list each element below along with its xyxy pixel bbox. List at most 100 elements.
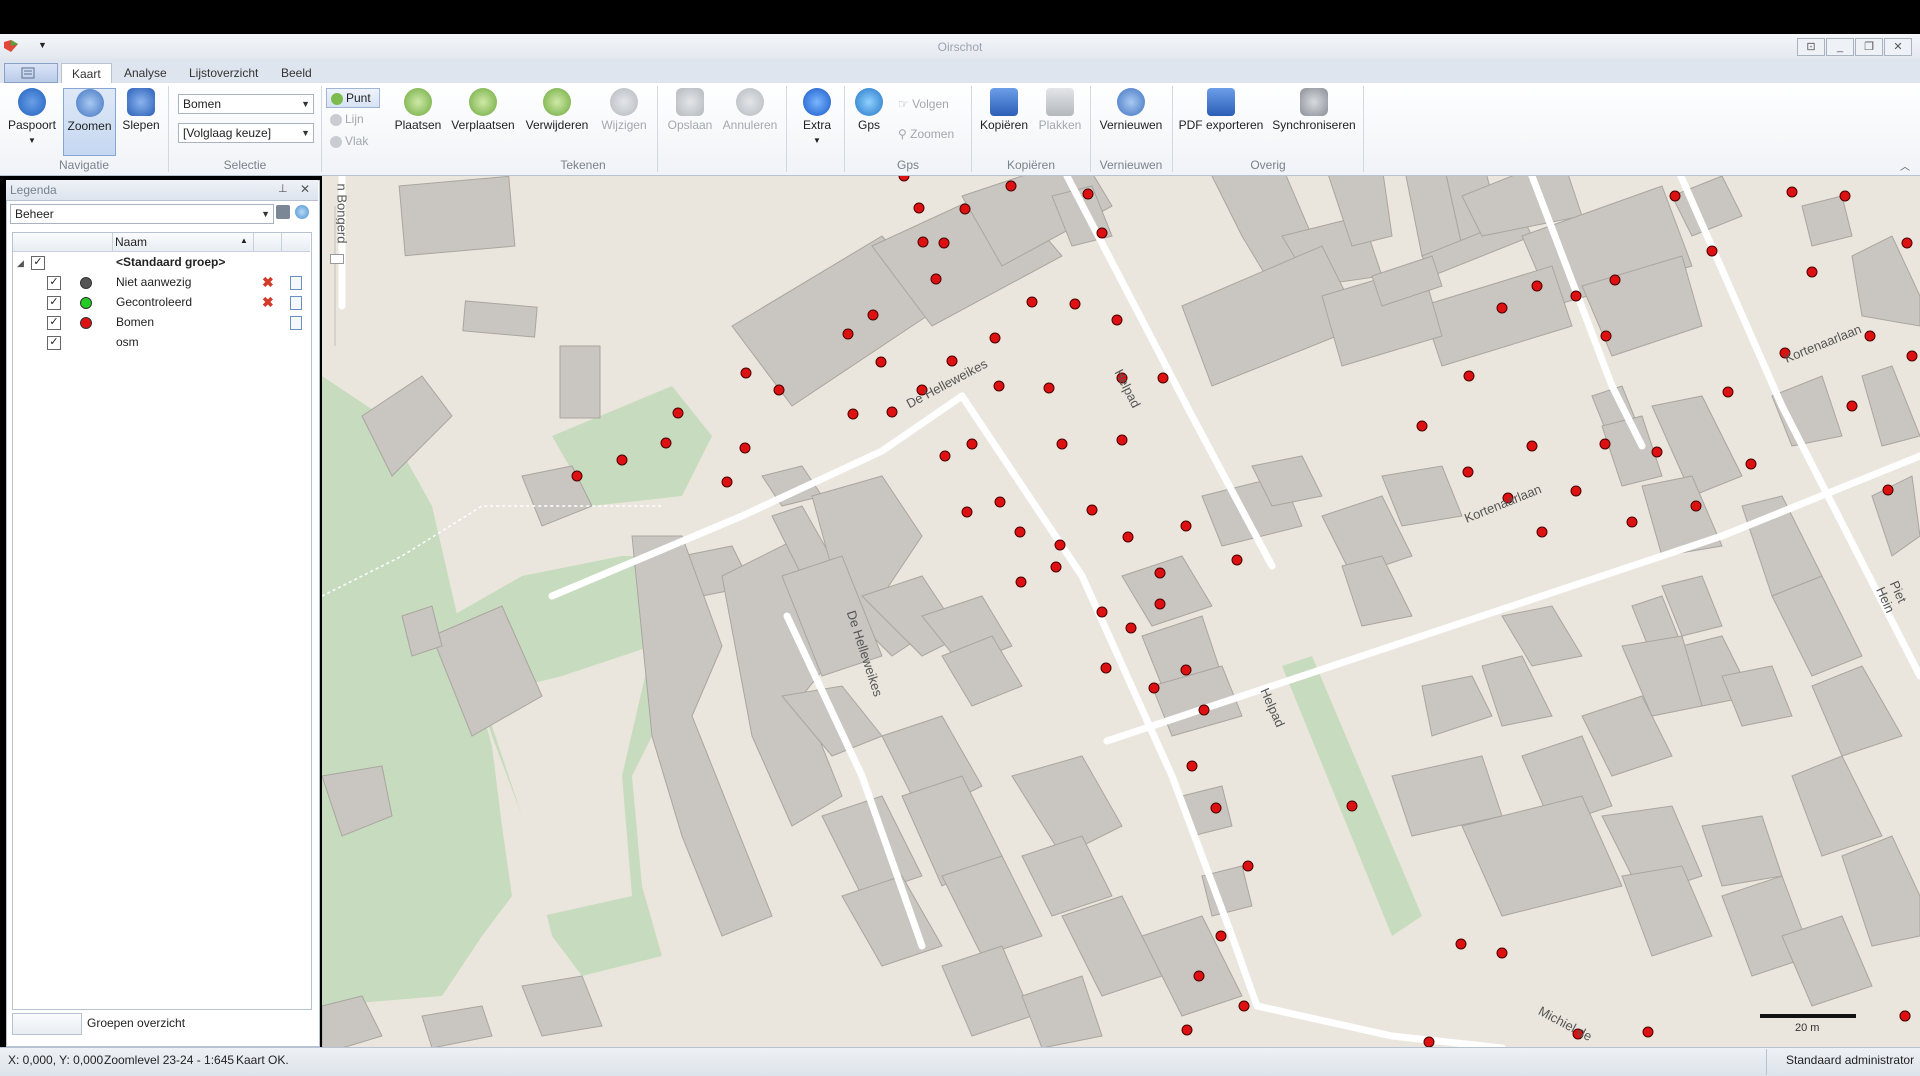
vlak-button[interactable]: Vlak: [330, 134, 368, 148]
tree-point: [1882, 484, 1894, 496]
zoom-slider-track[interactable]: [334, 206, 336, 346]
maximize-icon[interactable]: ❐: [1855, 38, 1883, 56]
tree-point: [1050, 561, 1062, 573]
magnifier-icon: [75, 89, 104, 117]
properties-icon[interactable]: [290, 316, 302, 330]
tree-point: [721, 476, 733, 488]
scale-bar: [1760, 1014, 1856, 1018]
close-icon[interactable]: ✕: [300, 182, 310, 196]
layer-checkbox[interactable]: ✓: [47, 336, 61, 350]
order-select[interactable]: [Volglaag keuze] ▼: [178, 123, 314, 143]
tree-point: [961, 506, 973, 518]
tree-point: [938, 237, 950, 249]
gps-zoomen-button[interactable]: ⚲ Zoomen: [898, 127, 954, 141]
group-checkbox[interactable]: ✓: [31, 256, 45, 270]
gear-icon: [803, 88, 831, 116]
tree-point: [898, 176, 910, 182]
tree-point: [1570, 485, 1582, 497]
layer-symbol: [80, 317, 92, 329]
tree-point: [875, 356, 887, 368]
collapse-ribbon-icon[interactable]: ︿: [1900, 158, 1910, 173]
zoomen-button[interactable]: Zoomen: [63, 88, 116, 156]
app-menu-button[interactable]: [4, 63, 58, 83]
verwijderen-button[interactable]: Verwijderen: [524, 88, 590, 154]
paste-icon: [1046, 88, 1074, 116]
tab-kaart[interactable]: Kaart: [61, 63, 112, 84]
volgen-button[interactable]: ☞ Volgen: [898, 97, 949, 111]
tree-point: [1599, 438, 1611, 450]
tree-point: [1901, 237, 1913, 249]
tree-point: [939, 450, 951, 462]
tree-point: [867, 309, 879, 321]
tab-lijstoverzicht[interactable]: Lijstoverzicht: [179, 63, 268, 83]
tree-point: [1906, 350, 1918, 362]
remove-icon[interactable]: ✖: [262, 294, 274, 311]
tree-point: [847, 408, 859, 420]
tree-point: [946, 355, 958, 367]
status-coords: X: 0,000, Y: 0,000: [8, 1053, 104, 1067]
tree-point: [1846, 400, 1858, 412]
zoom-slider-handle[interactable]: [330, 254, 344, 264]
map-canvas[interactable]: De Helleweikes Helpad De Helleweikes Kor…: [322, 176, 1920, 1048]
tree-point: [1014, 526, 1026, 538]
legend-profile-select[interactable]: Beheer ▼: [10, 204, 274, 224]
group-label-navigatie: Navigatie: [58, 158, 110, 172]
layer-select[interactable]: Bomen ▼: [178, 94, 314, 114]
close-icon[interactable]: ✕: [1884, 38, 1912, 56]
layer-name: Niet aanwezig: [116, 275, 192, 289]
save-icon[interactable]: [276, 205, 290, 219]
lijn-button[interactable]: Lijn: [330, 112, 364, 126]
groups-overview-toggle[interactable]: [12, 1013, 82, 1035]
group-label-selectie: Selectie: [223, 158, 267, 172]
slepen-button[interactable]: Slepen: [118, 88, 164, 154]
collapse-group-icon[interactable]: ◢: [17, 258, 24, 269]
opslaan-button[interactable]: Opslaan: [664, 88, 716, 154]
layer-checkbox[interactable]: ✓: [47, 296, 61, 310]
tree-point: [1526, 440, 1538, 452]
minimize-icon[interactable]: _: [1826, 38, 1854, 56]
plakken-button[interactable]: Plakken: [1036, 88, 1084, 154]
pin-icon[interactable]: ⊥: [278, 182, 288, 195]
punt-button[interactable]: Punt: [326, 88, 380, 108]
layer-checkbox[interactable]: ✓: [47, 276, 61, 290]
tree-point: [1899, 1010, 1911, 1022]
layer-name: osm: [116, 335, 139, 349]
cancel-icon: [736, 88, 764, 116]
tree-point: [1157, 372, 1169, 384]
tree-point: [1531, 280, 1543, 292]
settings-icon[interactable]: [295, 205, 309, 219]
properties-icon[interactable]: [290, 276, 302, 290]
column-naam[interactable]: Naam: [115, 235, 147, 249]
layer-checkbox[interactable]: ✓: [47, 316, 61, 330]
tree-point: [1015, 576, 1027, 588]
properties-icon[interactable]: [290, 296, 302, 310]
window-title: Oirschot: [937, 40, 983, 54]
tree-point: [966, 438, 978, 450]
pdf-exporteren-button[interactable]: PDF exporteren: [1178, 88, 1264, 154]
synchroniseren-button[interactable]: Synchroniseren: [1270, 88, 1358, 154]
paspoort-button[interactable]: Paspoort ▼: [4, 88, 60, 154]
gps-button[interactable]: Gps: [850, 88, 888, 154]
tree-point: [616, 454, 628, 466]
verplaatsen-button[interactable]: Verplaatsen: [450, 88, 516, 154]
tree-point: [1148, 682, 1160, 694]
tree-point: [672, 407, 684, 419]
tab-beeld[interactable]: Beeld: [271, 63, 322, 83]
tree-point: [1086, 504, 1098, 516]
extra-button[interactable]: Extra ▼: [794, 88, 840, 154]
annuleren-button[interactable]: Annuleren: [720, 88, 780, 154]
tree-point: [1186, 760, 1198, 772]
status-user: Standaard administrator: [1786, 1053, 1915, 1067]
group-label-kopieren: Kopiëren: [1006, 158, 1056, 172]
remove-icon[interactable]: ✖: [262, 274, 274, 291]
column-divider: [281, 233, 282, 251]
layer-name: Bomen: [116, 315, 155, 329]
wijzigen-button[interactable]: Wijzigen: [598, 88, 650, 154]
tree-point: [1198, 704, 1210, 716]
tree-point: [739, 442, 751, 454]
vernieuwen-button[interactable]: Vernieuwen: [1096, 88, 1166, 154]
kopieren-button[interactable]: Kopiëren: [978, 88, 1030, 154]
plaatsen-button[interactable]: Plaatsen: [392, 88, 444, 154]
restore-icon[interactable]: ⊡: [1797, 38, 1825, 56]
tab-analyse[interactable]: Analyse: [114, 63, 177, 83]
